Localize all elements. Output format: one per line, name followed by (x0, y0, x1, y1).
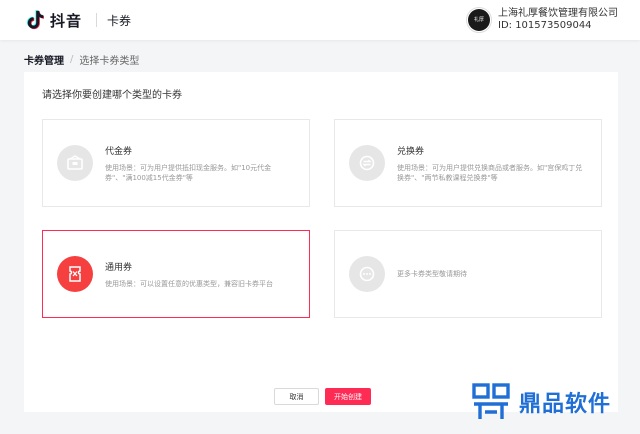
account-id: ID: 101573509044 (498, 20, 592, 31)
coupon-type-card-general[interactable]: 通用券 使用场景：可以设置任意的优惠类型，兼容旧卡券平台 (42, 230, 310, 318)
breadcrumb-separator: / (70, 54, 74, 65)
breadcrumb: 卡券管理 / 选择卡券类型 (24, 52, 139, 67)
card-description-line: 使用场景：可为用户提供兑换商品或者服务。如"宫保鸡丁兑 (397, 163, 583, 172)
card-title: 代金券 (105, 146, 133, 157)
app-section-title: 卡券 (107, 13, 132, 28)
douyin-logo-icon (27, 10, 44, 30)
coupon-type-card-exchange[interactable]: 兑换券 使用场景：可为用户提供兑换商品或者服务。如"宫保鸡丁兑 换券"、"两节私… (334, 119, 602, 207)
card-title: 通用券 (105, 262, 133, 273)
card-coming-soon-text: 更多卡券类型敬请期待 (397, 270, 467, 278)
app-name: 抖音 (50, 11, 83, 30)
start-create-button[interactable]: 开始创建 (325, 388, 371, 405)
account-name: 上海礼厚餐饮管理有限公司 (498, 8, 618, 19)
header-divider (96, 13, 98, 27)
watermark: 鼎品软件 (469, 380, 611, 424)
avatar-logo: 礼厚 (468, 9, 490, 31)
card-description-line: 使用场景：可以设置任意的优惠类型，兼容旧卡券平台 (105, 279, 273, 288)
card-description-line: 换券"、"两节私教课程兑换券"等 (397, 173, 498, 182)
coupon-type-card-more: 更多卡券类型敬请期待 (334, 230, 602, 318)
coupon-type-panel: 请选择你要创建哪个类型的卡券 代金券 使用场景：可为用户提供抵扣现金服务。如"1… (24, 72, 618, 412)
breadcrumb-current: 选择卡券类型 (79, 56, 140, 67)
coupon-type-card-cash[interactable]: 代金券 使用场景：可为用户提供抵扣现金服务。如"10元代金 券"、"满100减1… (42, 119, 310, 207)
brand-logo[interactable]: 抖音 (24, 9, 82, 31)
panel-title: 请选择你要创建哪个类型的卡券 (42, 90, 182, 101)
general-coupon-icon (57, 256, 93, 292)
card-description-line: 使用场景：可为用户提供抵扣现金服务。如"10元代金 (105, 163, 272, 172)
watermark-logo-icon (472, 383, 510, 419)
cancel-button[interactable]: 取消 (274, 388, 319, 405)
avatar[interactable]: 礼厚 (466, 7, 492, 33)
card-description: 使用场景：可以设置任意的优惠类型，兼容旧卡券平台 (105, 279, 273, 289)
card-description-line: 券"、"满100减15代金券"等 (105, 173, 193, 182)
watermark-text: 鼎品软件 (519, 392, 612, 417)
card-description: 使用场景：可为用户提供兑换商品或者服务。如"宫保鸡丁兑 换券"、"两节私教课程兑… (397, 163, 582, 183)
voucher-icon (57, 145, 93, 181)
card-title: 兑换券 (397, 146, 425, 157)
breadcrumb-coupon-management[interactable]: 卡券管理 (24, 52, 64, 67)
account-info[interactable]: 礼厚 上海礼厚餐饮管理有限公司 ID: 101573509044 (466, 7, 618, 33)
more-icon (349, 256, 385, 292)
card-description: 使用场景：可为用户提供抵扣现金服务。如"10元代金 券"、"满100减15代金券… (105, 163, 271, 183)
exchange-icon (349, 145, 385, 181)
top-bar: 抖音 卡券 礼厚 上海礼厚餐饮管理有限公司 ID: 101573509044 (0, 0, 640, 40)
